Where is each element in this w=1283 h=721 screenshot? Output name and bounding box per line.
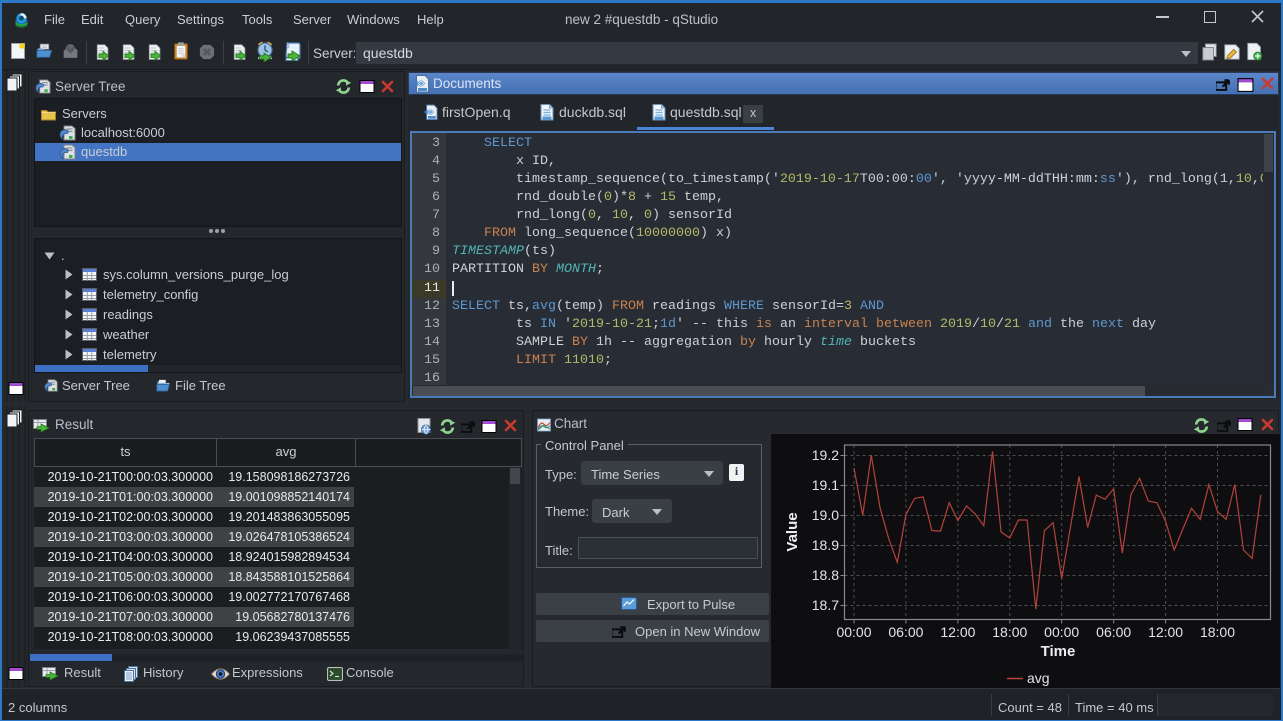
svg-text:18:00: 18:00 bbox=[992, 624, 1027, 640]
svg-text:19.2: 19.2 bbox=[812, 447, 839, 463]
svg-text:06:00: 06:00 bbox=[1096, 624, 1131, 640]
svg-text:19.0: 19.0 bbox=[812, 507, 839, 523]
svg-text:12:00: 12:00 bbox=[940, 624, 975, 640]
svg-text:avg: avg bbox=[1027, 670, 1050, 686]
svg-text:Time: Time bbox=[1041, 643, 1076, 660]
svg-text:18.7: 18.7 bbox=[812, 597, 839, 613]
svg-text:18:00: 18:00 bbox=[1200, 624, 1235, 640]
svg-text:18.8: 18.8 bbox=[812, 567, 839, 583]
svg-text:06:00: 06:00 bbox=[888, 624, 923, 640]
svg-text:Value: Value bbox=[784, 512, 801, 551]
svg-text:19.1: 19.1 bbox=[812, 477, 839, 493]
svg-text:18.9: 18.9 bbox=[812, 537, 839, 553]
svg-text:00:00: 00:00 bbox=[1044, 624, 1079, 640]
svg-text:12:00: 12:00 bbox=[1148, 624, 1183, 640]
svg-text:00:00: 00:00 bbox=[836, 624, 871, 640]
